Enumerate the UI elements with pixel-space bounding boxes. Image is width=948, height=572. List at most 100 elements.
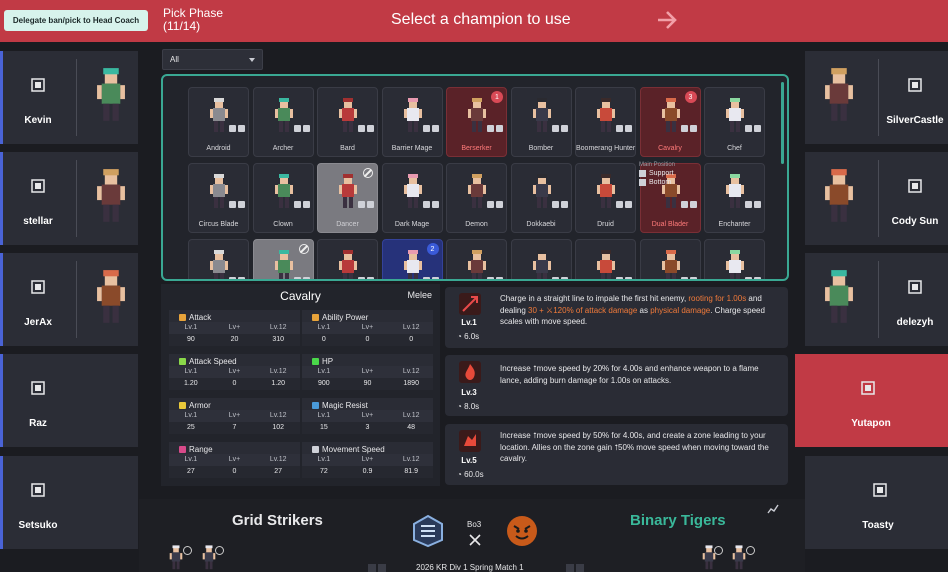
champion-tile[interactable]: Cavalry 3 (639, 87, 701, 157)
stat-block: Armor Lv.1 Lv+ Lv.12 25 7 102 (169, 398, 300, 438)
stat-header: Attack Speed (169, 354, 300, 366)
top-lane-icon (908, 280, 922, 294)
stats-chart-icon[interactable] (767, 504, 779, 514)
right-player-card-0[interactable]: SilverCastle (805, 51, 948, 144)
champion-tile[interactable]: Chef (704, 87, 765, 157)
right-player-card-3[interactable]: Yutapon (795, 354, 948, 447)
champion-tile[interactable]: Bard (317, 87, 378, 157)
stat-header: Magic Resist (302, 398, 433, 410)
jungle-icon (31, 179, 45, 193)
champion-tile[interactable]: Archer (252, 87, 314, 157)
champion-tile[interactable] (510, 239, 572, 279)
role-icon (238, 125, 245, 132)
player-name: Cody Sun (891, 216, 939, 227)
left-player-card-0[interactable]: Kevin (0, 51, 138, 144)
role-icon (560, 277, 568, 279)
delegate-to-coach-button[interactable]: Delegate ban/pick to Head Coach (4, 10, 148, 31)
stat-values: 900 90 1890 (302, 378, 433, 390)
champion-tile[interactable]: 2 (381, 239, 443, 279)
role-icon (293, 125, 301, 132)
champion-tile[interactable] (188, 239, 249, 279)
champion-tile[interactable] (575, 239, 636, 279)
role-icon (302, 201, 310, 208)
card-divider (878, 261, 879, 338)
stat-name: Attack (189, 312, 212, 322)
champion-tile[interactable]: Dokkaebi (510, 163, 572, 233)
ban-slot-indicator (566, 564, 574, 572)
role-icon (616, 201, 623, 208)
role-icon (625, 277, 632, 279)
stat-name: Ability Power (322, 312, 369, 322)
stat-icon (179, 401, 186, 409)
role-icon (680, 277, 688, 279)
player-name: stellar (23, 216, 53, 227)
confirm-arrow-icon[interactable] (656, 9, 678, 31)
role-icon (431, 125, 439, 132)
chevron-down-icon (249, 58, 255, 62)
right-player-card-2[interactable]: delezyh (805, 253, 948, 346)
right-player-card-4[interactable]: Toasty (805, 456, 948, 549)
champion-tile[interactable]: Android (188, 87, 249, 157)
right-player-card-1[interactable]: Cody Sun (805, 152, 948, 245)
spear-skill-icon (459, 293, 481, 315)
champion-tile[interactable]: Bomber (510, 87, 572, 157)
champion-tile[interactable]: Dancer (317, 163, 378, 233)
champion-tile[interactable]: Circus Blade (188, 163, 249, 233)
champion-tile[interactable]: Clown (252, 163, 314, 233)
role-icon (754, 277, 761, 279)
champion-name: Dokkaebi (526, 221, 556, 228)
champion-tile[interactable]: Berserker 1 (446, 87, 507, 157)
champion-tile[interactable]: Druid (575, 163, 636, 233)
champion-tile[interactable]: Dark Mage (381, 163, 443, 233)
stat-block: HP Lv.1 Lv+ Lv.12 900 90 1890 (302, 354, 433, 394)
role-icon (616, 125, 623, 132)
champion-tile[interactable] (252, 239, 314, 279)
position-option-bottom[interactable]: Bottom (639, 179, 675, 186)
left-player-card-1[interactable]: stellar (0, 152, 138, 245)
champion-sprite (89, 166, 133, 228)
stat-name: Armor (189, 400, 211, 410)
champion-tile[interactable]: Barrier Mage (381, 87, 443, 157)
mid-lane-icon (31, 381, 45, 395)
stat-header: Armor (169, 398, 300, 410)
player-name: Toasty (862, 520, 894, 531)
role-icon (496, 201, 503, 208)
champion-tile[interactable]: Demon (446, 163, 507, 233)
role-icon (238, 201, 245, 208)
grid-scrollbar[interactable] (781, 82, 784, 164)
champion-tile[interactable] (446, 239, 507, 279)
champion-grid[interactable]: Android Archer Bard Barrier Mage Berserker 1 B… (161, 74, 789, 281)
role-icon (560, 125, 568, 132)
left-player-card-4[interactable]: Setsuko (0, 456, 138, 549)
stat-icon (312, 357, 319, 365)
stat-col-labels: Lv.1 Lv+ Lv.12 (302, 410, 433, 422)
right-team-name: Binary Tigers (630, 512, 726, 529)
stat-block: Ability Power Lv.1 Lv+ Lv.12 0 0 0 (302, 310, 433, 350)
skill-description: Increase ⭡move speed by 50% for 4.00s, a… (500, 431, 769, 463)
champion-sprite (528, 248, 556, 279)
role-icon (551, 201, 559, 208)
role-icon (367, 125, 374, 132)
left-player-card-2[interactable]: JerAx (0, 253, 138, 346)
position-option-support[interactable]: Support (639, 170, 675, 177)
champion-tile[interactable] (317, 239, 378, 279)
role-icon (680, 201, 688, 208)
skill-cooldown: ◔ 6.0s (457, 332, 480, 341)
role-icon (745, 277, 752, 279)
stat-values: 27 0 27 (169, 466, 300, 478)
role-icon (496, 277, 503, 279)
champion-tile[interactable]: Enchanter (704, 163, 765, 233)
champion-tile[interactable] (639, 239, 701, 279)
stat-name: HP (322, 356, 334, 366)
bottom-lane-icon (639, 179, 646, 186)
role-icon (487, 125, 494, 132)
champion-name: Bard (340, 145, 355, 152)
stat-values: 1.20 0 1.20 (169, 378, 300, 390)
champion-tile[interactable]: Boomerang Hunter (575, 87, 636, 157)
left-player-card-3[interactable]: Raz (0, 354, 138, 447)
role-icon (422, 125, 430, 132)
left-team-name: Grid Strikers (232, 512, 323, 529)
skill-description: Charge in a straight line to impale the … (500, 294, 765, 326)
champion-tile[interactable] (704, 239, 765, 279)
role-filter-select[interactable]: All (162, 49, 263, 70)
